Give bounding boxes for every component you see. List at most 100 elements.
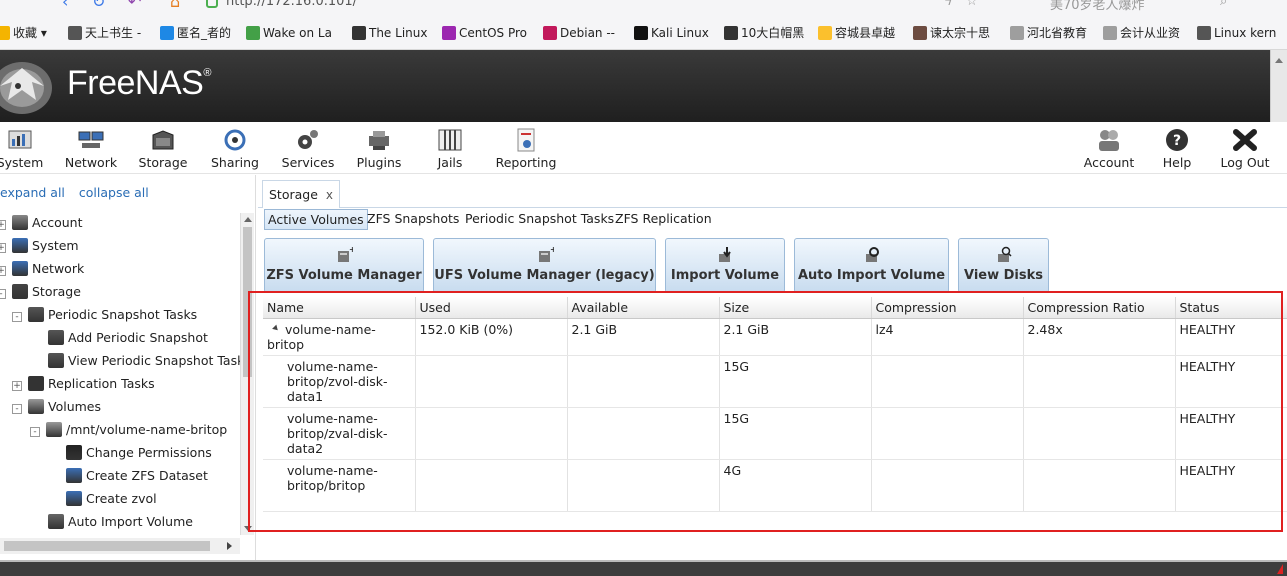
bookmark-item[interactable]: 河北省教育 <box>1010 25 1087 41</box>
bookmark-item[interactable]: Linux kern <box>1197 25 1276 41</box>
bookmark-item[interactable]: The Linux <box>352 25 427 41</box>
toolbar-plugins[interactable]: Plugins <box>352 122 406 174</box>
column-header-size[interactable]: Size <box>719 297 872 319</box>
ufs-volume-manager-button[interactable]: + UFS Volume Manager (legacy) <box>433 238 656 293</box>
url-field[interactable]: http://172.16.0.101/ <box>226 0 357 9</box>
compression-ratio-cell: 2.48x <box>1023 318 1176 356</box>
collapse-icon[interactable]: - <box>0 289 6 299</box>
bookmark-item[interactable]: 容城县卓越 <box>818 25 895 41</box>
undo-icon[interactable]: ↶ <box>128 0 141 11</box>
bookmark-label: Wake on La <box>263 26 332 40</box>
compression-cell: lz4 <box>871 318 1024 356</box>
clock-view-icon <box>48 353 64 368</box>
close-icon[interactable]: x <box>326 181 333 209</box>
bookmark-star-icon[interactable]: ☆ <box>966 0 978 9</box>
expand-all-link[interactable]: expand all <box>0 185 65 200</box>
bookmark-item[interactable]: 匿名_者的 <box>160 25 231 41</box>
bookmark-item[interactable]: Kali Linux <box>634 25 709 41</box>
toolbar-logout[interactable]: Log Out <box>1216 122 1274 174</box>
bookmark-item[interactable]: Debian -- <box>543 25 615 41</box>
bookmark-label: 匿名_者的 <box>177 26 232 40</box>
tree-item[interactable]: Change Permissions <box>66 443 212 463</box>
collapse-icon[interactable]: - <box>12 312 22 322</box>
toolbar-label: Services <box>281 155 335 170</box>
bookmark-item[interactable]: 天上书生 - <box>68 25 141 41</box>
collapse-triangle-icon[interactable] <box>272 324 280 332</box>
bookmark-item[interactable]: 会计从业资 <box>1103 25 1180 41</box>
grid-header-row: Name Used Available Size Compression Com… <box>263 297 1287 319</box>
tree-item[interactable]: - Storage <box>0 282 81 302</box>
tree-item[interactable]: Create ZFS Dataset <box>66 466 208 486</box>
column-header-compression[interactable]: Compression <box>871 297 1024 319</box>
bookmark-label: 容城县卓越 <box>835 26 896 40</box>
tree-item[interactable]: + Account <box>0 213 82 233</box>
bookmark-item[interactable]: 收藏 ▾ <box>0 25 47 41</box>
tree-item[interactable]: - Periodic Snapshot Tasks <box>12 305 197 325</box>
subtab-zfs-snapshots[interactable]: ZFS Snapshots <box>364 209 462 230</box>
volume-add-icon: + <box>338 246 353 262</box>
tree-item[interactable]: Add Periodic Snapshot <box>48 328 208 348</box>
view-disks-button[interactable]: View Disks <box>958 238 1049 293</box>
column-header-status[interactable]: Status <box>1175 297 1287 319</box>
toolbar-services[interactable]: Services <box>279 122 337 174</box>
page-scrollbar[interactable] <box>1270 50 1287 122</box>
toolbar-help[interactable]: ? Help <box>1158 122 1196 174</box>
back-icon[interactable]: ‹ <box>62 0 68 11</box>
bookmark-item[interactable]: CentOS Pro <box>442 25 527 41</box>
tree-item[interactable]: - /mnt/volume-name-britop <box>30 420 227 440</box>
search-icon[interactable]: ⌕ <box>1220 0 1227 9</box>
tree-item[interactable]: - Volumes <box>12 397 101 417</box>
used-cell <box>415 355 568 408</box>
compression-cell <box>871 459 1024 512</box>
column-header-available[interactable]: Available <box>567 297 720 319</box>
toolbar-jails[interactable]: Jails <box>428 122 472 174</box>
tree-item[interactable]: Create zvol <box>66 489 157 509</box>
toolbar-reporting[interactable]: Reporting <box>494 122 558 174</box>
expand-icon[interactable]: + <box>12 381 22 391</box>
tree-item[interactable]: + System <box>0 236 79 256</box>
dataset-icon <box>66 468 82 483</box>
bookmark-item[interactable]: Wake on La <box>246 25 332 41</box>
bookmark-item[interactable]: 谏太宗十思 <box>913 25 990 41</box>
tree-item[interactable]: + Replication Tasks <box>12 374 155 394</box>
home-icon[interactable]: ⌂ <box>170 0 180 11</box>
bookmark-item[interactable]: 10大白帽黑 <box>724 25 804 41</box>
toolbar-storage[interactable]: Storage <box>136 122 190 174</box>
expand-icon[interactable]: + <box>0 266 6 276</box>
table-row[interactable]: volume-name-britop/zvol-disk-data1 15G H… <box>263 355 1287 408</box>
subtab-zfs-replication[interactable]: ZFS Replication <box>612 209 715 230</box>
tab-storage[interactable]: Storage x <box>262 180 340 208</box>
column-header-name[interactable]: Name <box>263 297 416 319</box>
tree-item[interactable]: View Periodic Snapshot Tasks <box>48 351 251 371</box>
toolbar-account[interactable]: Account <box>1082 122 1136 174</box>
subtab-active-volumes[interactable]: Active Volumes <box>264 209 368 230</box>
tree-item[interactable]: + Network <box>0 259 84 279</box>
reload-icon[interactable]: ↻ <box>92 0 105 11</box>
table-row[interactable]: volume-name-britop/zval-disk-data2 15G H… <box>263 407 1287 460</box>
collapse-icon[interactable]: - <box>30 427 40 437</box>
tree-item[interactable]: Auto Import Volume <box>48 512 193 532</box>
zfs-volume-manager-button[interactable]: + ZFS Volume Manager <box>264 238 424 293</box>
expand-icon[interactable]: + <box>0 220 6 230</box>
table-row[interactable]: volume-name-britop/britop 4G HEALTHY <box>263 459 1287 512</box>
clock-add-icon <box>48 330 64 345</box>
import-volume-button[interactable]: Import Volume <box>665 238 785 293</box>
toolbar-sharing[interactable]: Sharing <box>207 122 263 174</box>
column-header-used[interactable]: Used <box>415 297 568 319</box>
svg-text:+: + <box>550 246 554 254</box>
collapse-all-link[interactable]: collapse all <box>79 185 149 200</box>
toolbar-network[interactable]: Network <box>62 122 120 174</box>
table-row[interactable]: volume-name-britop 152.0 KiB (0%) 2.1 Gi… <box>263 318 1287 356</box>
auto-import-volume-button[interactable]: Auto Import Volume <box>794 238 949 293</box>
collapse-icon[interactable]: - <box>12 404 22 414</box>
search-suggestion[interactable]: 美70岁老人爆炸 <box>1050 0 1145 13</box>
tree-horizontal-scrollbar[interactable] <box>0 538 240 554</box>
tree-vertical-scrollbar[interactable] <box>240 213 254 535</box>
column-header-compression-ratio[interactable]: Compression Ratio <box>1023 297 1176 319</box>
expand-icon[interactable]: + <box>0 243 6 253</box>
subtab-periodic-snapshot-tasks[interactable]: Periodic Snapshot Tasks <box>462 209 617 230</box>
bookmark-label: 收藏 ▾ <box>13 26 47 40</box>
bolt-icon[interactable]: ϟ <box>944 0 953 9</box>
available-cell <box>567 355 720 408</box>
toolbar-system[interactable]: System <box>0 122 44 174</box>
